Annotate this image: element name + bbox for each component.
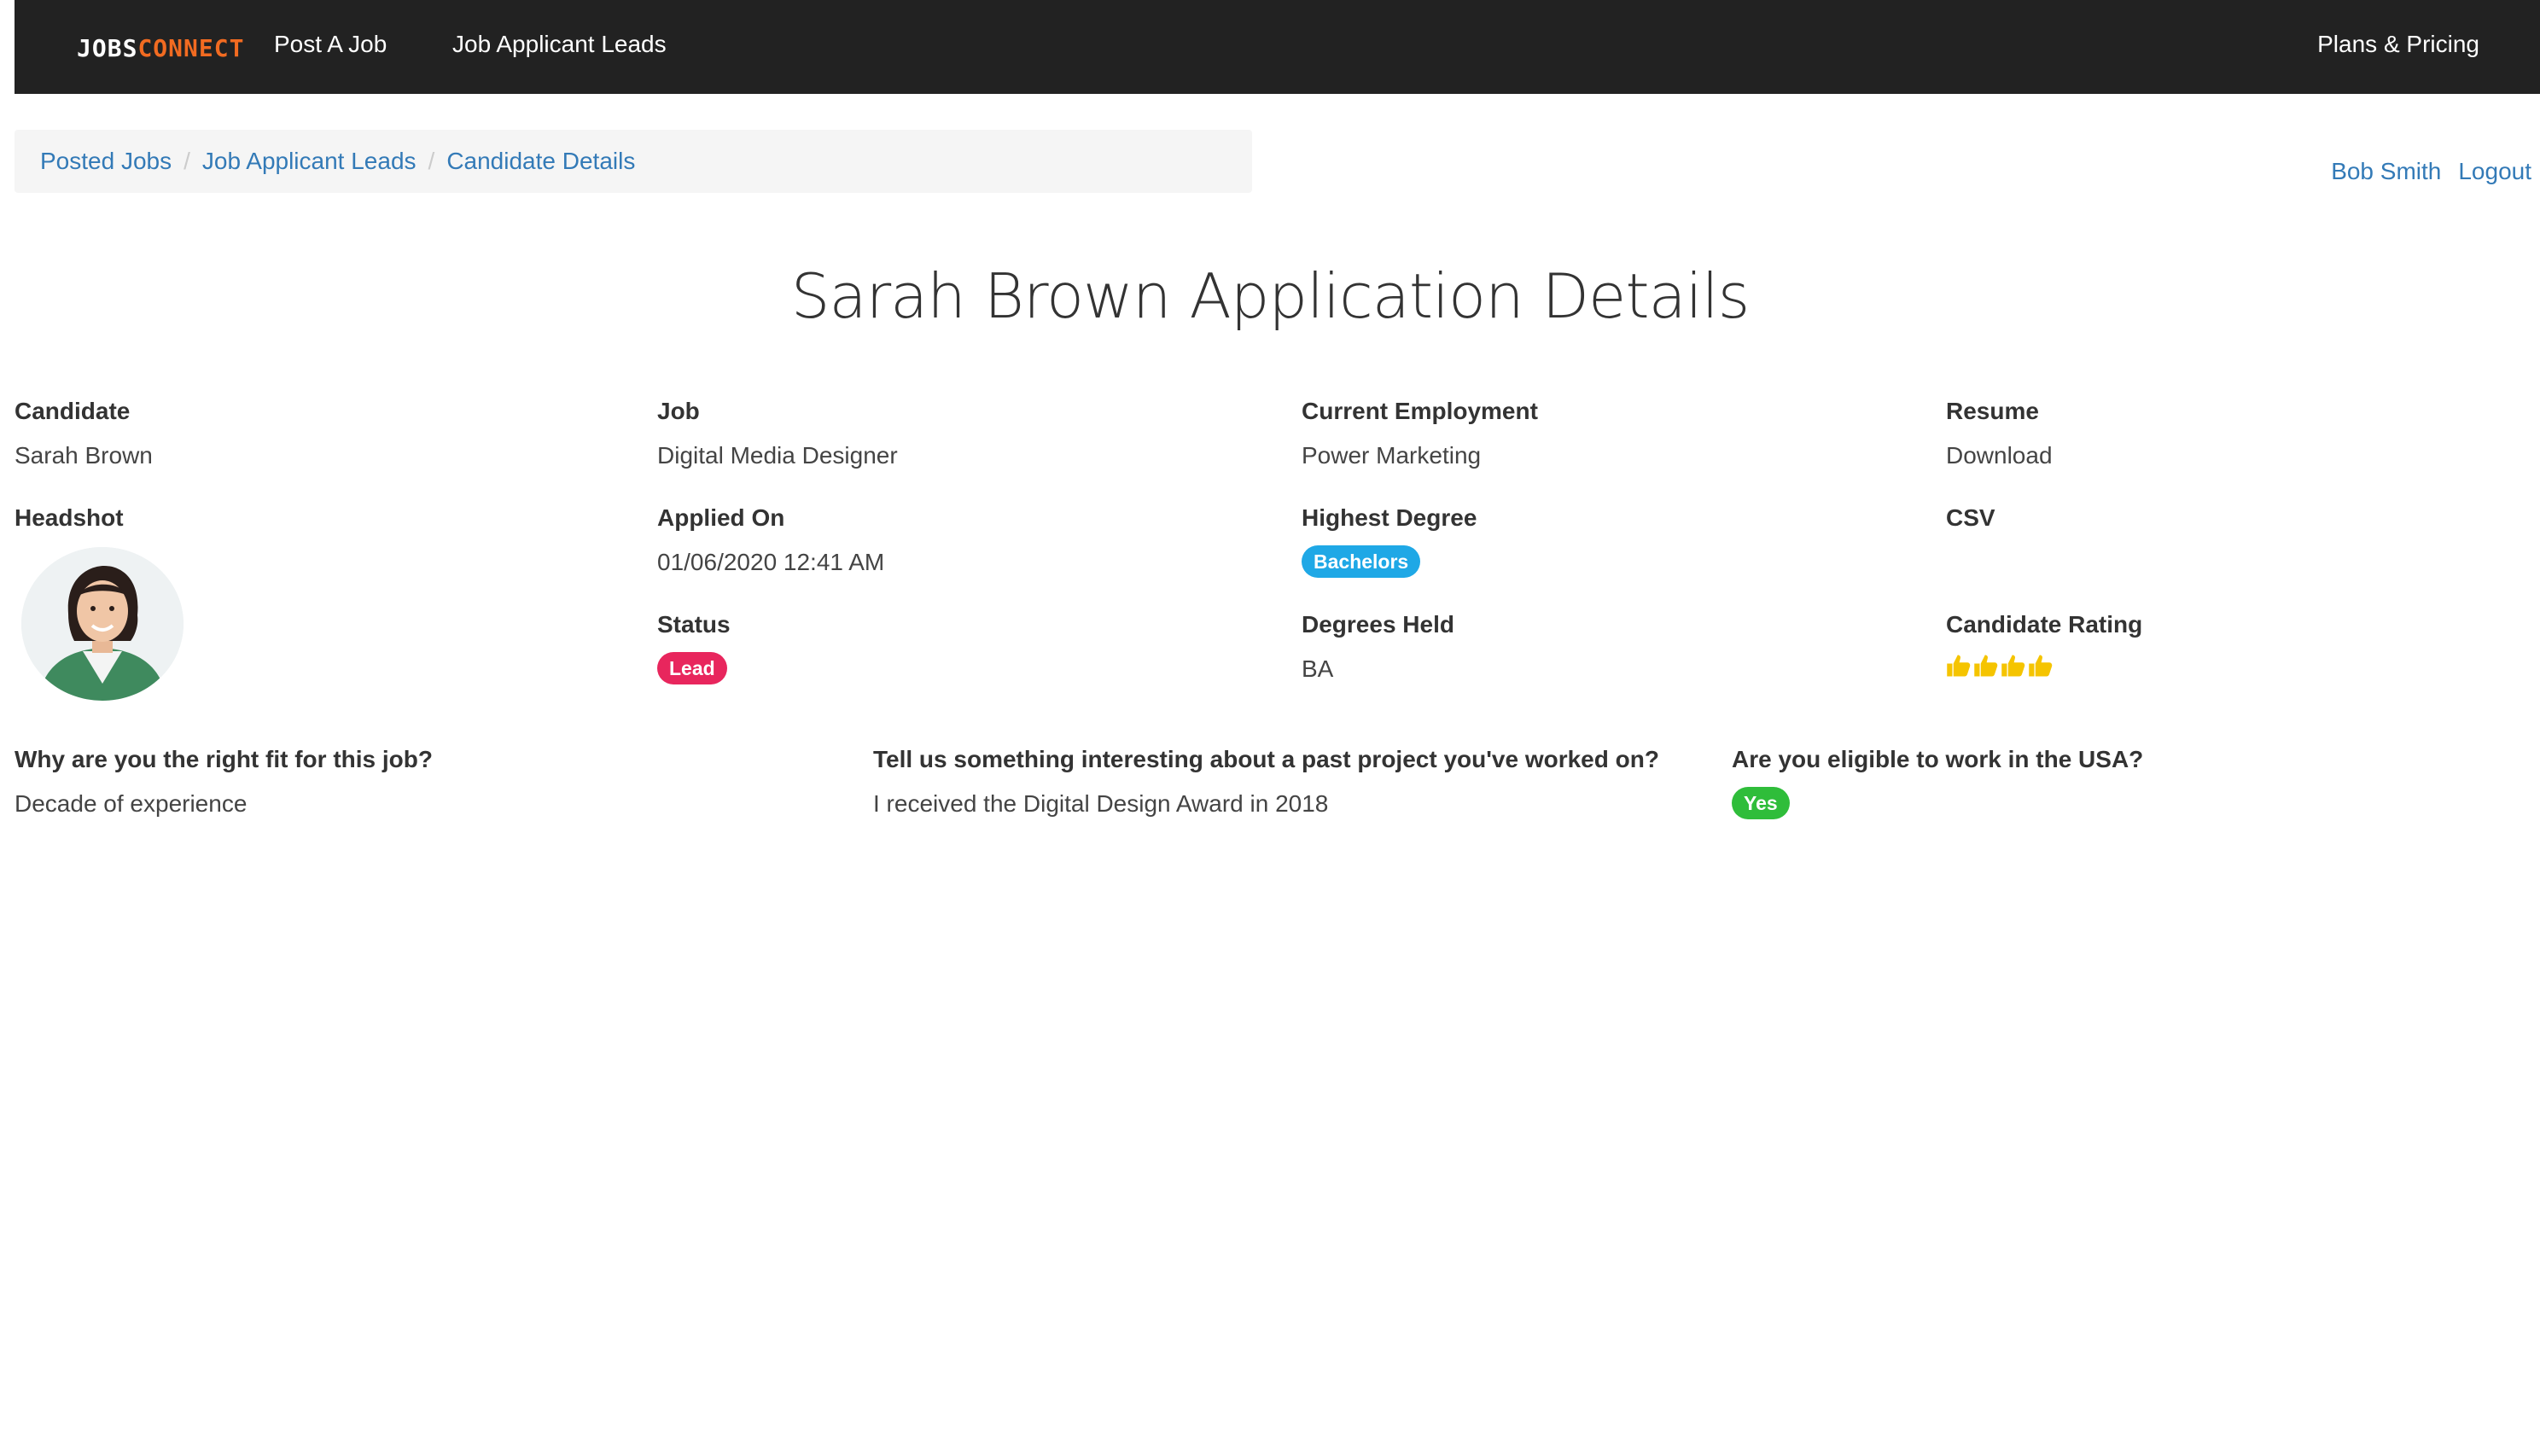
question-project-label: Tell us something interesting about a pa… [873, 746, 1659, 772]
candidate-label: Candidate [15, 398, 131, 424]
thumbs-up-icon [1947, 655, 1971, 677]
user-name-link[interactable]: Bob Smith [2331, 158, 2441, 185]
nav-plans-pricing[interactable]: Plans & Pricing [2317, 27, 2479, 61]
headshot-field: Headshot [15, 501, 184, 701]
current-employment-label: Current Employment [1302, 398, 1538, 424]
current-employment-field: Current Employment Power Marketing [1302, 394, 1538, 473]
breadcrumb: Posted Jobs / Job Applicant Leads / Cand… [15, 130, 1252, 193]
highest-degree-label: Highest Degree [1302, 504, 1477, 531]
breadcrumb-separator: / [184, 148, 190, 174]
top-navbar: JOBS CONNECT Post A Job Job Applicant Lea… [15, 0, 2540, 94]
question-fit: Why are you the right fit for this job? … [15, 743, 433, 821]
resume-label: Resume [1946, 398, 2039, 424]
resume-field: Resume Download [1946, 394, 2053, 473]
job-value: Digital Media Designer [657, 442, 898, 469]
nav-job-applicant-leads[interactable]: Job Applicant Leads [452, 27, 667, 61]
applied-on-label: Applied On [657, 504, 785, 531]
thumbs-up-icon [1974, 655, 1998, 677]
candidate-field: Candidate Sarah Brown [15, 394, 153, 473]
highest-degree-field: Highest Degree Bachelors [1302, 501, 1477, 578]
breadcrumb-candidate-details[interactable]: Candidate Details [446, 148, 635, 175]
status-label: Status [657, 611, 731, 638]
applied-on-value: 01/06/2020 12:41 AM [657, 549, 885, 575]
degrees-held-label: Degrees Held [1302, 611, 1454, 638]
degrees-held-field: Degrees Held BA [1302, 608, 1454, 686]
degrees-held-value: BA [1302, 655, 1334, 682]
status-field: Status Lead [657, 608, 731, 684]
brand-logo-part1: JOBS [77, 33, 138, 62]
user-links: Bob Smith Logout [2331, 158, 2531, 185]
applied-on-field: Applied On 01/06/2020 12:41 AM [657, 501, 884, 579]
logout-link[interactable]: Logout [2458, 158, 2531, 185]
brand-logo-part2: CONNECT [137, 33, 245, 62]
job-label: Job [657, 398, 700, 424]
resume-download-link[interactable]: Download [1946, 442, 2053, 469]
question-project: Tell us something interesting about a pa… [873, 743, 1659, 821]
question-fit-label: Why are you the right fit for this job? [15, 746, 433, 772]
question-eligibility-label: Are you eligible to work in the USA? [1732, 746, 2144, 772]
csv-field: CSV [1946, 501, 1995, 535]
candidate-rating-thumbs[interactable] [1946, 652, 2142, 679]
nav-post-a-job[interactable]: Post A Job [274, 27, 387, 61]
question-eligibility: Are you eligible to work in the USA? Yes [1732, 743, 2143, 819]
breadcrumb-separator: / [428, 148, 435, 174]
current-employment-value: Power Marketing [1302, 442, 1482, 469]
job-field: Job Digital Media Designer [657, 394, 898, 473]
breadcrumb-job-applicant-leads[interactable]: Job Applicant Leads [202, 148, 417, 175]
candidate-value: Sarah Brown [15, 442, 153, 469]
status-badge: Lead [657, 652, 727, 684]
csv-label: CSV [1946, 504, 1995, 531]
headshot-label: Headshot [15, 504, 124, 531]
question-fit-answer: Decade of experience [15, 790, 248, 817]
thumbs-up-icon [2029, 655, 2053, 677]
candidate-rating-field: Candidate Rating [1946, 608, 2142, 679]
page-title: Sarah Brown Application Details [790, 260, 1750, 332]
highest-degree-badge: Bachelors [1302, 545, 1421, 578]
candidate-rating-label: Candidate Rating [1946, 611, 2143, 638]
candidate-headshot-image [21, 547, 184, 701]
question-project-answer: I received the Digital Design Award in 2… [873, 790, 1329, 817]
brand-logo[interactable]: JOBS CONNECT [77, 31, 244, 65]
breadcrumb-posted-jobs[interactable]: Posted Jobs [40, 148, 172, 175]
eligibility-yes-badge: Yes [1732, 787, 1790, 819]
thumbs-up-icon [2001, 655, 2025, 677]
